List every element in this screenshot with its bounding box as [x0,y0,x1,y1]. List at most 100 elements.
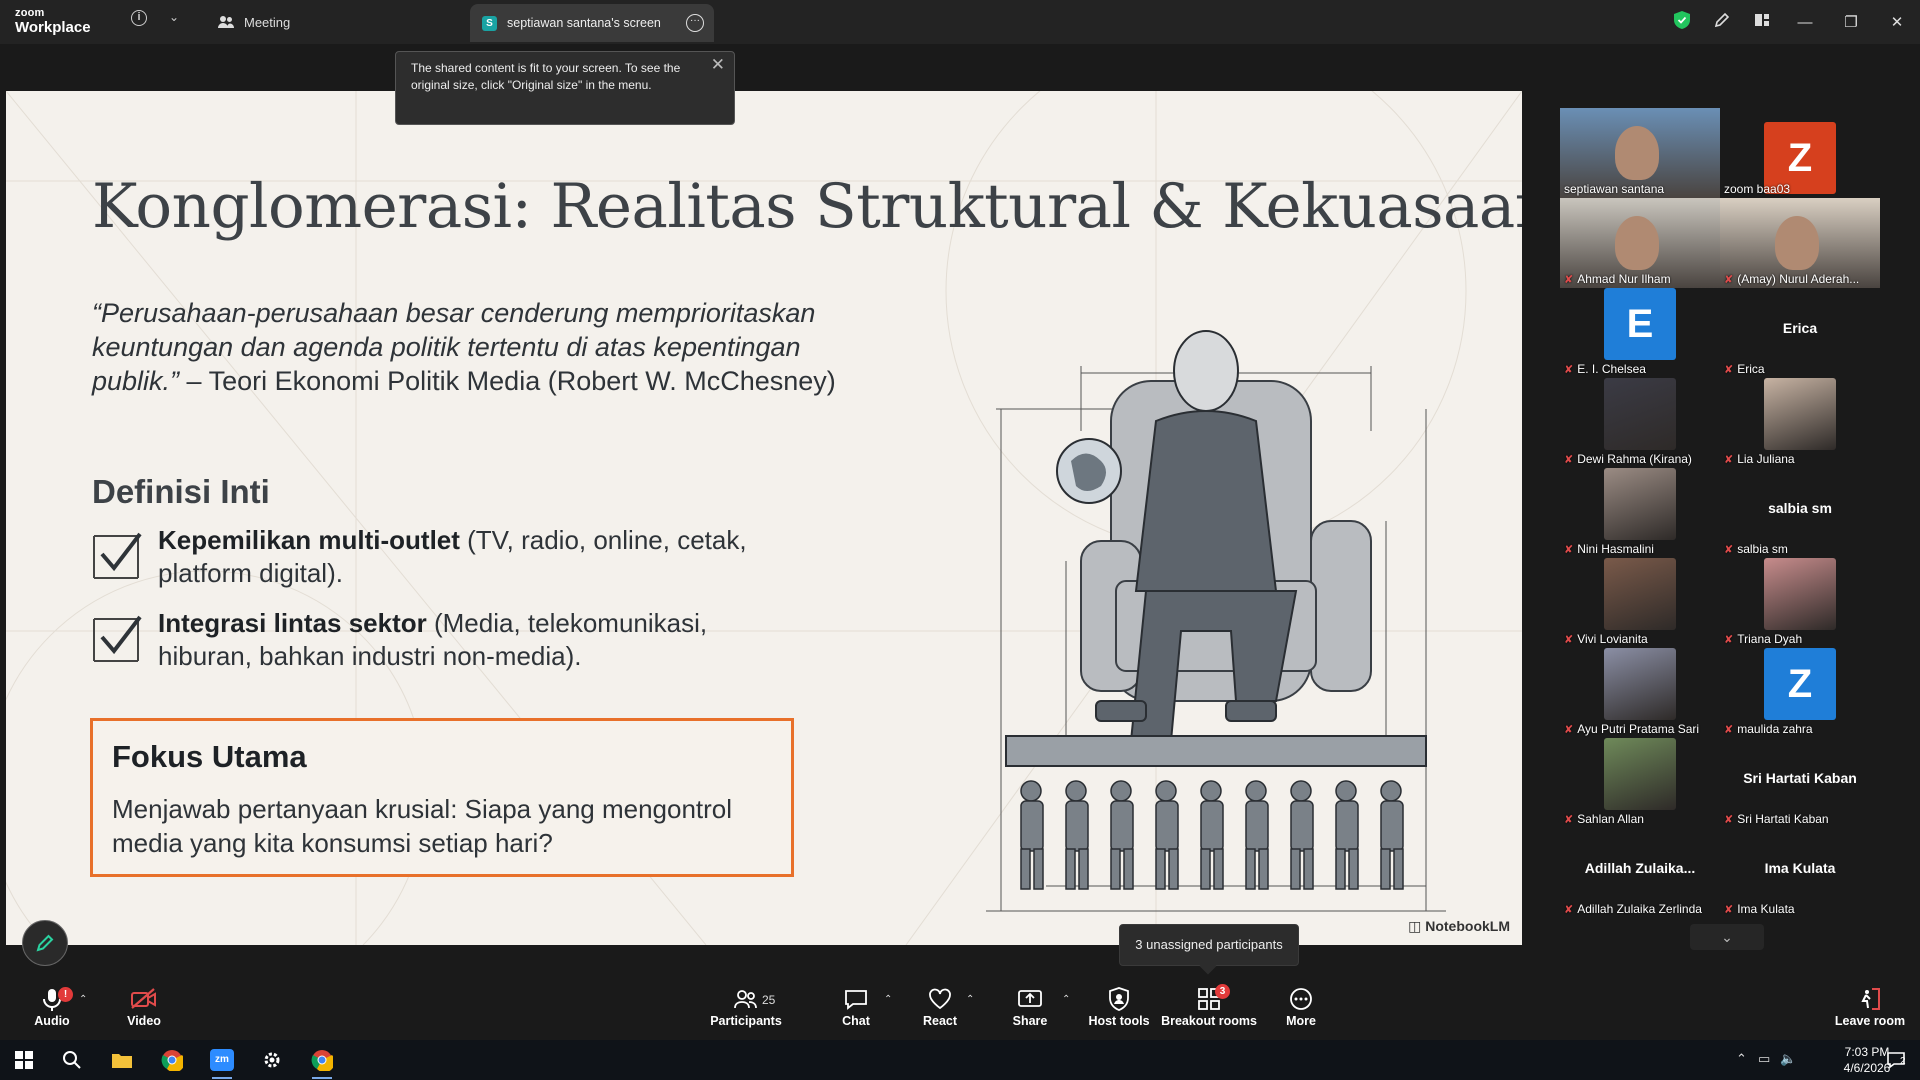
more-icon [1290,988,1312,1010]
network-icon[interactable]: ▭ [1758,1051,1770,1067]
participant-name-label: ✘ E. I. Chelsea [1564,362,1646,376]
tooltip-text: The shared content is fit to your screen… [411,61,681,92]
muted-mic-icon: ✘ [1564,453,1574,466]
chevron-down-icon[interactable]: ⌄ [169,10,179,24]
participant-name: Dewi Rahma (Kirana) [1577,452,1692,466]
share-screen-tab[interactable]: S septiawan santana's screen ··· [470,4,714,42]
chrome-icon[interactable] [148,1046,196,1074]
participant-name: salbia sm [1737,542,1788,556]
tray-chevron-icon[interactable]: ⌃ [1736,1051,1747,1067]
volume-icon[interactable]: 🔈 [1780,1051,1796,1067]
participant-tile[interactable]: ✘ Vivi Lovianita [1560,558,1720,648]
close-icon[interactable]: ✕ [1874,13,1920,31]
participant-name: Nini Hasmalini [1577,542,1654,556]
participant-tile[interactable]: ✘ Ahmad Nur Ilham [1560,198,1720,288]
muted-mic-icon: ✘ [1724,723,1734,736]
audio-label: Audio [34,1014,70,1028]
participant-tile[interactable]: Adillah Zulaika... ✘ Adillah Zulaika Zerli… [1560,828,1720,918]
video-button[interactable]: Video [104,986,184,1028]
annotate-button[interactable] [22,920,68,966]
participant-tile[interactable]: ✘ Ayu Putri Pratama Sari [1560,648,1720,738]
breakout-rooms-label: Breakout rooms [1161,1014,1257,1028]
participant-avatar: Z [1764,648,1836,720]
participant-name-label: ✘ Nini Hasmalini [1564,542,1654,556]
participant-tile[interactable]: E ✘ E. I. Chelsea [1560,288,1720,378]
participant-display-name: Erica [1782,320,1818,336]
minimize-icon[interactable]: — [1782,14,1828,31]
unassigned-participants-popup[interactable]: 3 unassigned participants [1119,924,1299,966]
share-options-caret[interactable]: ⌃ [1062,994,1070,1005]
participant-tile[interactable]: Erica ✘ Erica [1720,288,1880,378]
scroll-down-button[interactable]: ⌄ [1690,924,1764,950]
participant-tile[interactable]: ✘ Triana Dyah [1720,558,1880,648]
participants-label: Participants [710,1014,782,1028]
participant-tile[interactable]: Sri Hartati Kaban ✘ Sri Hartati Kaban [1720,738,1880,828]
notification-count: 2 [1900,1056,1906,1067]
shared-screen: Konglomerasi: Realitas Struktural & Keku… [6,91,1522,945]
participant-tile[interactable]: Zzoom baa03 [1720,108,1880,198]
zoom-app-icon[interactable]: zm [198,1046,246,1079]
more-button[interactable]: More [1261,986,1341,1028]
chat-button[interactable]: Chat [816,986,896,1028]
share-tab-label: septiawan santana's screen [507,16,661,30]
participant-tile[interactable]: ✘ Sahlan Allan [1560,738,1720,828]
search-icon[interactable] [48,1046,96,1074]
participant-tile[interactable]: Ima Kulata ✘ Ima Kulata [1720,828,1880,918]
participant-tile[interactable]: Z ✘ maulida zahra [1720,648,1880,738]
restore-icon[interactable]: ❐ [1828,13,1874,31]
participant-name: zoom baa03 [1724,182,1791,196]
info-icon[interactable]: i [131,10,147,26]
participant-name-label: ✘ Vivi Lovianita [1564,632,1648,646]
more-options-icon[interactable]: ··· [686,14,704,32]
notification-icon[interactable]: 2 [1872,1046,1920,1074]
muted-mic-icon: ✘ [1564,903,1574,916]
checkbox-icon [93,615,142,662]
host-tools-button[interactable]: Host tools [1079,986,1159,1028]
participant-name: Sahlan Allan [1577,812,1644,826]
participant-name: maulida zahra [1737,722,1813,736]
logo-line1: zoom [15,7,45,19]
close-icon[interactable]: ✕ [711,56,725,73]
annotate-pen-icon[interactable] [1702,12,1742,32]
participant-face [1615,216,1659,270]
chat-options-caret[interactable]: ⌃ [884,994,892,1005]
notebooklm-logo-icon: ◫ [1408,918,1426,934]
react-options-caret[interactable]: ⌃ [966,994,974,1005]
leave-icon [1861,988,1880,1010]
people-icon [218,16,234,28]
react-button[interactable]: React [900,986,980,1028]
participant-tile[interactable]: septiawan santana [1560,108,1720,198]
titlebar-controls: — ❐ ✕ [1662,0,1920,44]
participant-tile[interactable]: ✘ (Amay) Nurul Aderah... [1720,198,1880,288]
breakout-rooms-button[interactable]: Breakout rooms 3 [1159,984,1259,1028]
pen-icon [36,934,54,952]
participant-tile[interactable]: ✘ Lia Juliana [1720,378,1880,468]
participant-face [1775,216,1819,270]
share-button[interactable]: Share [990,986,1070,1028]
focus-box: Fokus Utama Menjawab pertanyaan krusial:… [90,718,794,877]
chrome-profile-icon[interactable] [298,1046,346,1079]
participant-name-label: ✘ Erica [1724,362,1765,376]
audio-button[interactable]: Audio ! [12,986,92,1028]
participant-tile[interactable]: salbia sm ✘ salbia sm [1720,468,1880,558]
windows-taskbar: zm ⌃ ▭ 🔈 7:03 PM 4/6/2026 2 [0,1040,1920,1080]
file-explorer-icon[interactable] [98,1046,146,1074]
notebooklm-watermark: ◫ NotebookLM [1408,918,1510,935]
muted-mic-icon: ✘ [1564,543,1574,556]
windows-start-icon[interactable] [0,1046,48,1074]
participant-name: septiawan santana [1564,182,1665,196]
participant-photo [1764,378,1836,450]
participant-tile[interactable]: ✘ Dewi Rahma (Kirana) [1560,378,1720,468]
participant-photo [1604,648,1676,720]
audio-options-caret[interactable]: ⌃ [79,994,87,1005]
muted-mic-icon: ✘ [1724,453,1734,466]
quote-source: – Teori Ekonomi Politik Media (Robert W.… [179,366,836,396]
meeting-tab[interactable]: Meeting [218,0,290,44]
layout-icon[interactable] [1742,12,1782,32]
muted-mic-icon: ✘ [1724,363,1734,376]
leave-room-button[interactable]: Leave room [1828,986,1912,1028]
participant-name-label: ✘ salbia sm [1724,542,1788,556]
settings-gear-icon[interactable] [248,1046,296,1074]
participant-tile[interactable]: ✘ Nini Hasmalini [1560,468,1720,558]
shield-icon[interactable] [1662,11,1702,33]
